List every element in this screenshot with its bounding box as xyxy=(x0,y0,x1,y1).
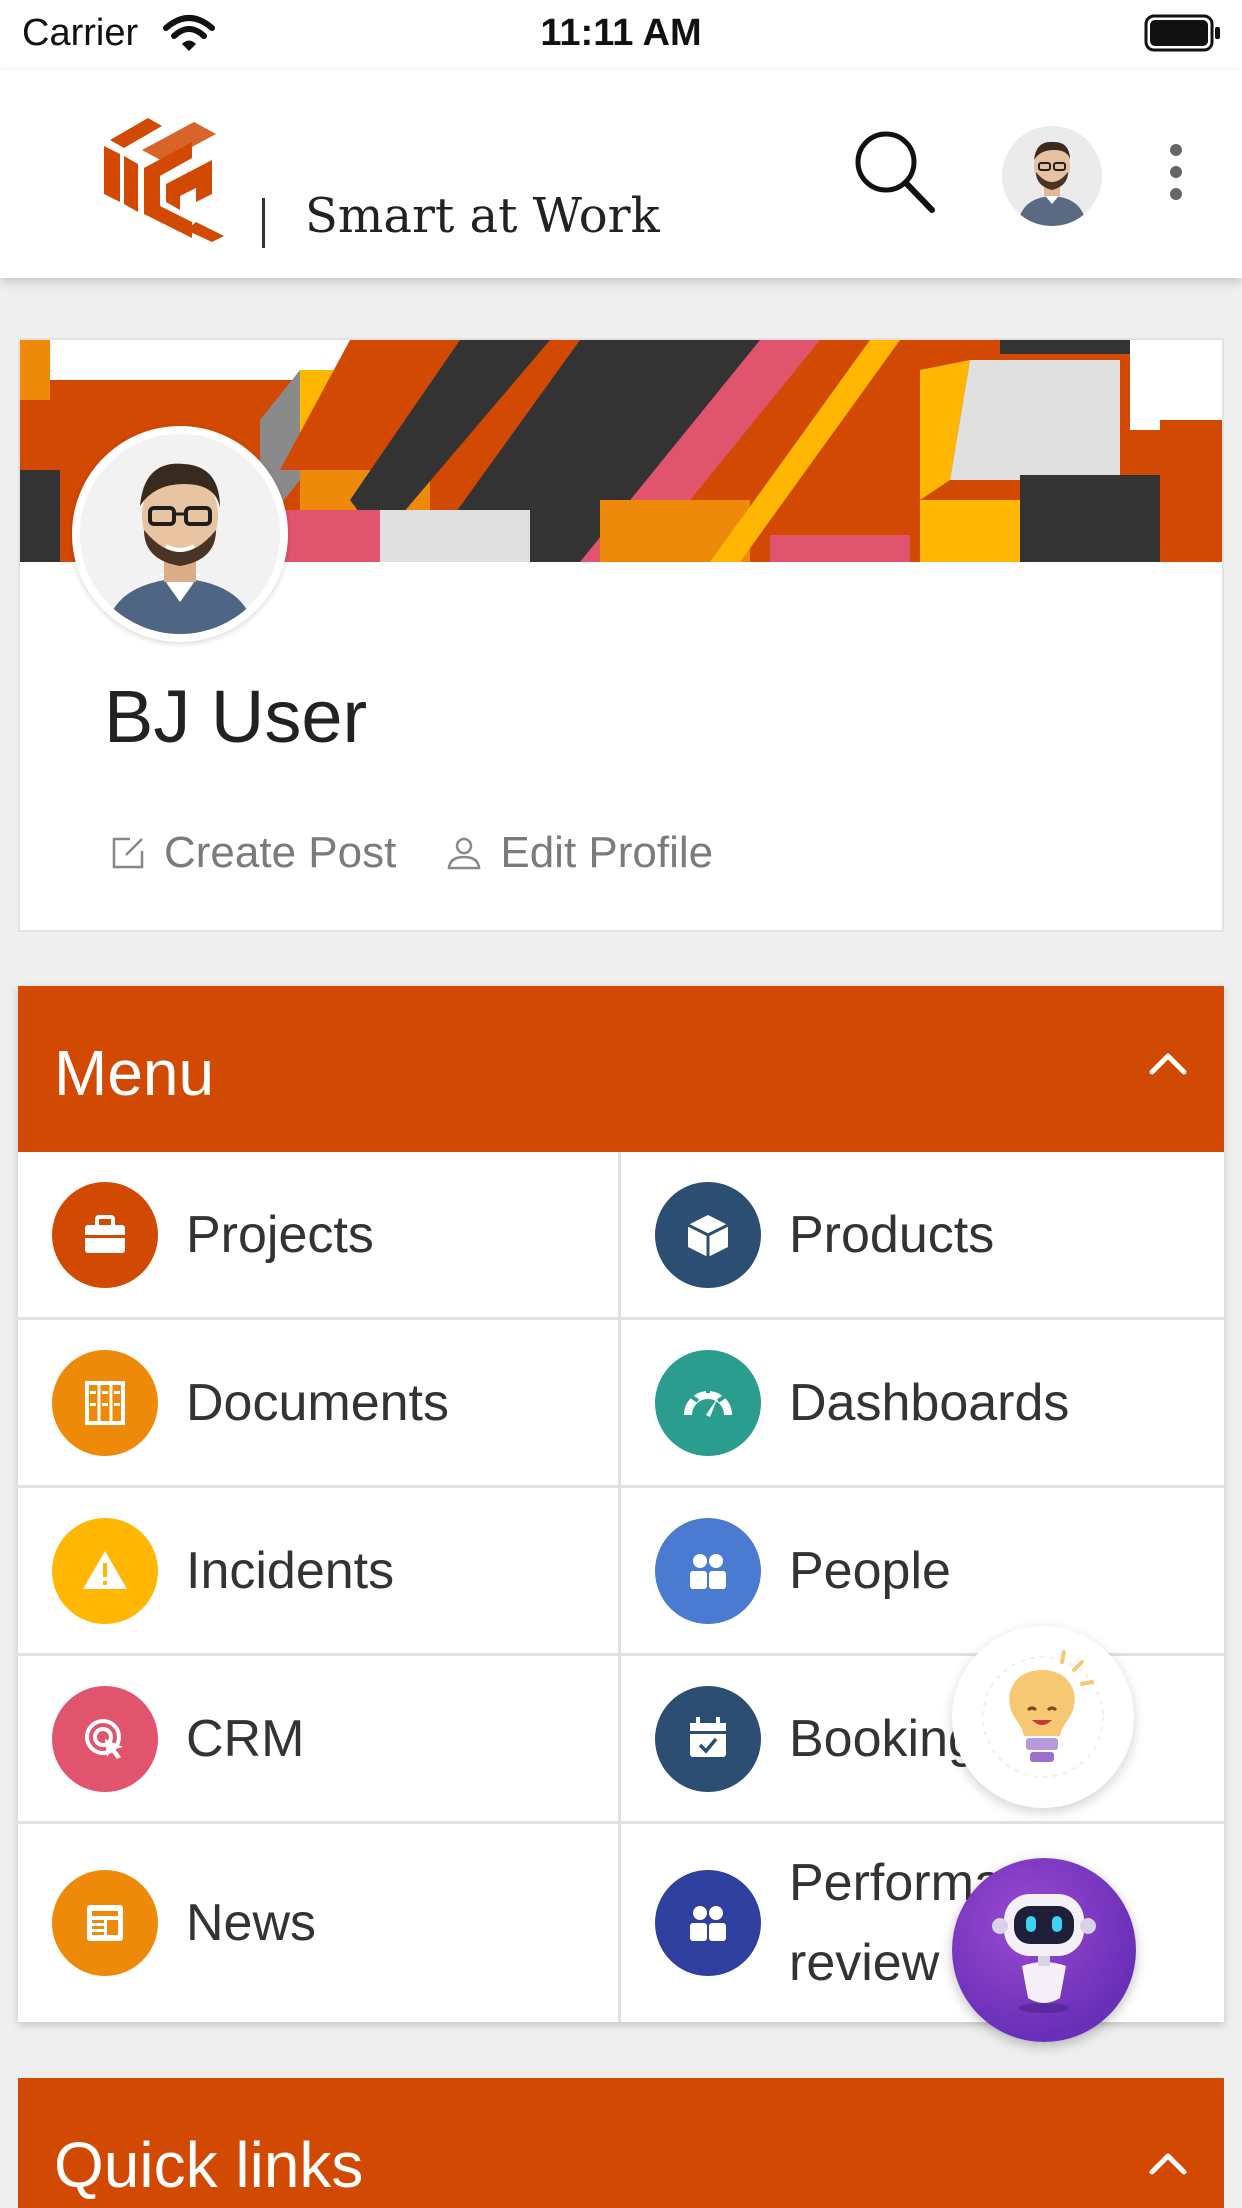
menu-item-label: Projects xyxy=(186,1205,374,1264)
quick-links-title: Quick links xyxy=(54,2129,364,2201)
battery-icon xyxy=(1144,14,1220,52)
warning-icon xyxy=(52,1517,158,1624)
menu-item-products[interactable]: Products xyxy=(621,1152,1224,1320)
menu-item-label: Dashboards xyxy=(789,1373,1070,1432)
briefcase-icon xyxy=(52,1181,158,1288)
menu-header[interactable]: Menu xyxy=(18,986,1224,1152)
menu-item-label: People xyxy=(789,1541,951,1600)
ideas-bulb-button[interactable] xyxy=(952,1626,1134,1808)
menu-item-documents[interactable]: Documents xyxy=(18,1320,621,1488)
app-header: Smart at Work xyxy=(0,70,1242,278)
menu-item-label: Products xyxy=(789,1205,995,1264)
brand-divider xyxy=(262,198,265,248)
chevron-up-icon[interactable] xyxy=(1146,1048,1190,1078)
people-icon xyxy=(655,1870,761,1976)
gauge-icon xyxy=(655,1349,761,1456)
person-outline-icon xyxy=(447,837,481,870)
header-avatar[interactable] xyxy=(1002,126,1102,226)
create-post-label: Create Post xyxy=(164,828,397,877)
kebab-menu-icon[interactable] xyxy=(1166,142,1186,202)
menu-item-dashboards[interactable]: Dashboards xyxy=(621,1320,1224,1488)
search-icon[interactable] xyxy=(852,128,936,214)
people-icon xyxy=(655,1517,761,1624)
profile-name: BJ User xyxy=(104,675,368,758)
user-avatar-icon xyxy=(80,434,280,634)
robot-icon xyxy=(992,1894,1096,2013)
status-bar: Carrier 11:11 AM xyxy=(0,0,1242,70)
clock: 11:11 AM xyxy=(540,12,702,54)
menu-item-news[interactable]: News xyxy=(18,1824,621,2022)
target-cursor-icon xyxy=(52,1685,158,1792)
profile-avatar[interactable] xyxy=(72,426,288,642)
edit-profile-button[interactable]: Edit Profile xyxy=(444,828,713,878)
quick-links-header[interactable]: Quick links xyxy=(18,2078,1224,2208)
profile-actions: Create Post Edit Profile xyxy=(108,828,761,878)
lightbulb-icon xyxy=(982,1650,1104,1778)
user-avatar-icon xyxy=(1002,126,1102,226)
create-post-button[interactable]: Create Post xyxy=(108,828,396,878)
menu-title: Menu xyxy=(54,1037,215,1109)
menu-item-projects[interactable]: Projects xyxy=(18,1152,621,1320)
profile-card: BJ User Create Post Edit Profile xyxy=(18,338,1224,932)
menu-item-label: News xyxy=(186,1894,317,1952)
chatbot-button[interactable] xyxy=(952,1858,1136,2042)
menu-item-crm[interactable]: CRM xyxy=(18,1656,621,1824)
company-logo-icon[interactable] xyxy=(100,110,226,242)
cabinet-icon xyxy=(52,1349,158,1456)
chevron-up-icon[interactable] xyxy=(1146,2148,1190,2178)
menu-item-incidents[interactable]: Incidents xyxy=(18,1488,621,1656)
newspaper-icon xyxy=(52,1870,158,1976)
box-icon xyxy=(655,1181,761,1288)
brand-title: Smart at Work xyxy=(305,188,660,244)
menu-item-label: Documents xyxy=(186,1373,449,1432)
edit-profile-label: Edit Profile xyxy=(500,828,714,877)
edit-note-icon xyxy=(112,837,144,869)
menu-item-label: CRM xyxy=(186,1709,305,1768)
calendar-check-icon xyxy=(655,1685,761,1792)
menu-item-label: Incidents xyxy=(186,1541,395,1600)
